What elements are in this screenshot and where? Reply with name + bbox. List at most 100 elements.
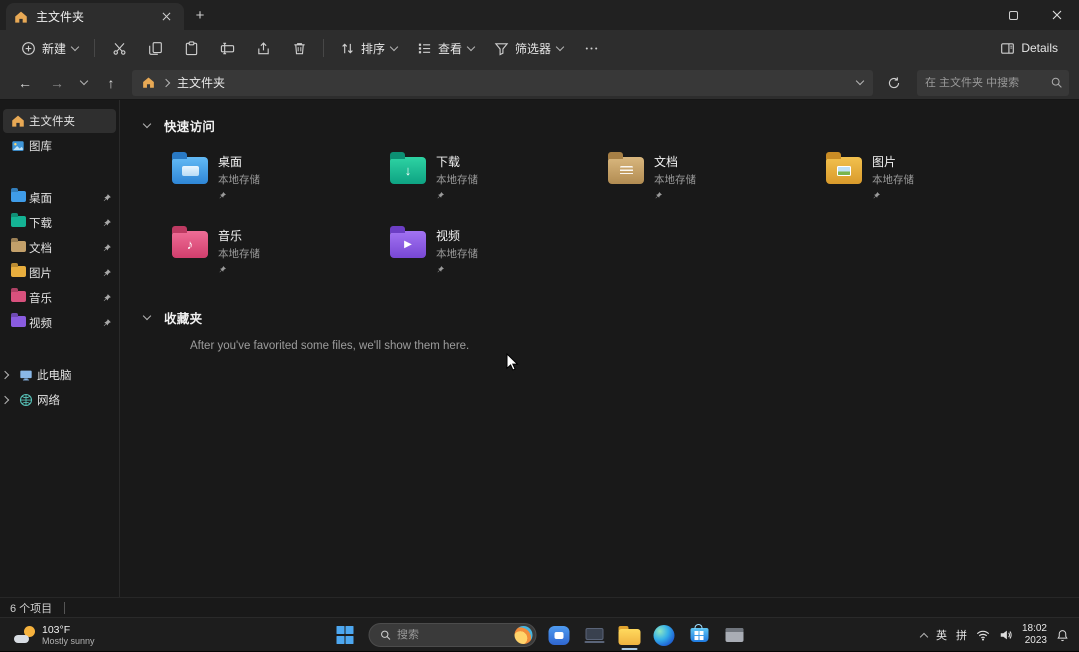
section-favorites[interactable]: 收藏夹 xyxy=(144,306,1079,328)
recent-locations-button[interactable] xyxy=(74,69,94,97)
more-options-button[interactable] xyxy=(574,33,608,63)
navigation-pane: 主文件夹 图库 桌面 下载 文档 xyxy=(0,100,120,597)
back-button[interactable]: ← xyxy=(10,69,40,97)
sidebar-item-label: 桌面 xyxy=(29,190,52,206)
sidebar-item-label: 图库 xyxy=(29,138,52,154)
expand-chevron-icon[interactable] xyxy=(1,371,9,379)
sidebar-item-network[interactable]: 网络 xyxy=(11,388,116,412)
forward-button[interactable]: → xyxy=(42,69,72,97)
tray-time: 18:02 xyxy=(1022,623,1047,634)
sidebar-item-this-pc[interactable]: 此电脑 xyxy=(11,363,116,387)
tile-music[interactable]: ♪ 音乐 本地存储 xyxy=(166,220,384,278)
quick-access-grid: 桌面 本地存储 ↓ 下载 本地存储 文档 xyxy=(166,146,1079,278)
notification-bell-icon[interactable] xyxy=(1056,629,1069,642)
app-window-button[interactable] xyxy=(719,620,749,650)
tile-documents[interactable]: 文档 本地存储 xyxy=(602,146,820,204)
search-highlight-icon[interactable] xyxy=(514,626,532,644)
breadcrumb-segment[interactable]: 主文件夹 xyxy=(177,74,225,91)
delete-button[interactable] xyxy=(282,33,316,63)
taskbar-search[interactable] xyxy=(368,623,536,647)
share-button[interactable] xyxy=(246,33,280,63)
view-icon xyxy=(417,41,432,56)
edge-icon xyxy=(654,625,675,646)
sidebar-item-home[interactable]: 主文件夹 xyxy=(3,109,116,133)
chat-icon[interactable] xyxy=(544,620,574,650)
sidebar-item-pictures[interactable]: 图片 xyxy=(3,261,116,285)
pin-icon xyxy=(102,318,112,328)
file-explorer-button[interactable] xyxy=(614,620,644,650)
refresh-button[interactable] xyxy=(879,69,909,97)
sort-button[interactable]: 排序 xyxy=(331,33,406,63)
tile-desktop[interactable]: 桌面 本地存储 xyxy=(166,146,384,204)
explorer-tab[interactable]: 主文件夹 xyxy=(6,3,184,30)
up-button[interactable]: ↑ xyxy=(96,69,126,97)
sidebar-item-documents[interactable]: 文档 xyxy=(3,236,116,260)
tile-subtitle: 本地存储 xyxy=(436,172,478,187)
tile-downloads[interactable]: ↓ 下载 本地存储 xyxy=(384,146,602,204)
search-box[interactable] xyxy=(917,70,1069,96)
collapse-chevron-icon[interactable] xyxy=(143,311,151,319)
start-button[interactable] xyxy=(330,620,360,650)
more-icon xyxy=(584,41,599,56)
collapse-chevron-icon[interactable] xyxy=(143,119,151,127)
clock[interactable]: 18:02 2023 xyxy=(1022,623,1047,648)
sidebar-gap xyxy=(3,336,116,362)
gallery-icon xyxy=(11,139,25,153)
chevron-down-icon xyxy=(467,42,475,50)
status-bar: 6 个项目 xyxy=(0,597,1079,617)
pin-icon xyxy=(436,191,445,200)
tile-subtitle: 本地存储 xyxy=(654,172,696,187)
section-label: 快速访问 xyxy=(164,116,215,135)
new-button[interactable]: 新建 xyxy=(12,33,87,63)
store-button[interactable] xyxy=(684,620,714,650)
address-dropdown-icon[interactable] xyxy=(856,77,864,85)
rename-button[interactable] xyxy=(210,33,244,63)
cut-button[interactable] xyxy=(102,33,136,63)
sidebar-item-music[interactable]: 音乐 xyxy=(3,286,116,310)
sidebar-item-downloads[interactable]: 下载 xyxy=(3,211,116,235)
taskbar-search-input[interactable] xyxy=(397,629,508,641)
close-button[interactable] xyxy=(1035,0,1079,30)
window-controls xyxy=(991,0,1079,30)
sidebar-item-desktop[interactable]: 桌面 xyxy=(3,186,116,210)
pin-icon xyxy=(102,218,112,228)
mouse-cursor xyxy=(506,353,520,373)
maximize-button[interactable] xyxy=(991,0,1035,30)
pin-icon xyxy=(102,268,112,278)
sidebar-item-label: 文档 xyxy=(29,240,52,256)
pictures-folder-icon xyxy=(11,266,26,277)
view-label: 查看 xyxy=(438,40,462,57)
section-quick-access[interactable]: 快速访问 xyxy=(144,114,1079,136)
ime-mode-indicator[interactable]: 拼 xyxy=(956,627,967,643)
expand-chevron-icon[interactable] xyxy=(1,396,9,404)
paste-button[interactable] xyxy=(174,33,208,63)
desktop-folder-icon xyxy=(11,191,26,202)
downloads-folder-icon: ↓ xyxy=(390,157,426,184)
volume-icon[interactable] xyxy=(999,628,1013,642)
tab-close-icon[interactable] xyxy=(156,7,176,27)
sidebar-item-gallery[interactable]: 图库 xyxy=(3,134,116,158)
desktop-screen-glyph xyxy=(182,166,199,176)
system-device-icon[interactable] xyxy=(579,620,609,650)
hidden-icons-chevron[interactable] xyxy=(920,632,928,640)
view-button[interactable]: 查看 xyxy=(408,33,483,63)
copy-button[interactable] xyxy=(138,33,172,63)
tile-pictures[interactable]: 图片 本地存储 xyxy=(820,146,1038,204)
this-pc-icon xyxy=(19,368,33,382)
network-icon[interactable] xyxy=(976,628,990,642)
details-label: Details xyxy=(1021,41,1058,55)
new-icon xyxy=(21,41,36,56)
tile-videos[interactable]: ▶ 视频 本地存储 xyxy=(384,220,602,278)
edge-button[interactable] xyxy=(649,620,679,650)
sidebar-item-videos[interactable]: 视频 xyxy=(3,311,116,335)
filter-button[interactable]: 筛选器 xyxy=(485,33,572,63)
new-tab-button[interactable]: + xyxy=(190,5,210,25)
search-input[interactable] xyxy=(925,77,1050,89)
filter-icon xyxy=(494,41,509,56)
weather-widget[interactable]: 103°F Mostly sunny xyxy=(6,618,103,652)
pin-icon xyxy=(872,191,881,200)
music-note-glyph: ♪ xyxy=(187,238,194,251)
address-breadcrumb[interactable]: 主文件夹 xyxy=(132,70,873,96)
ime-language-indicator[interactable]: 英 xyxy=(936,627,947,643)
details-button[interactable]: Details xyxy=(991,33,1067,63)
